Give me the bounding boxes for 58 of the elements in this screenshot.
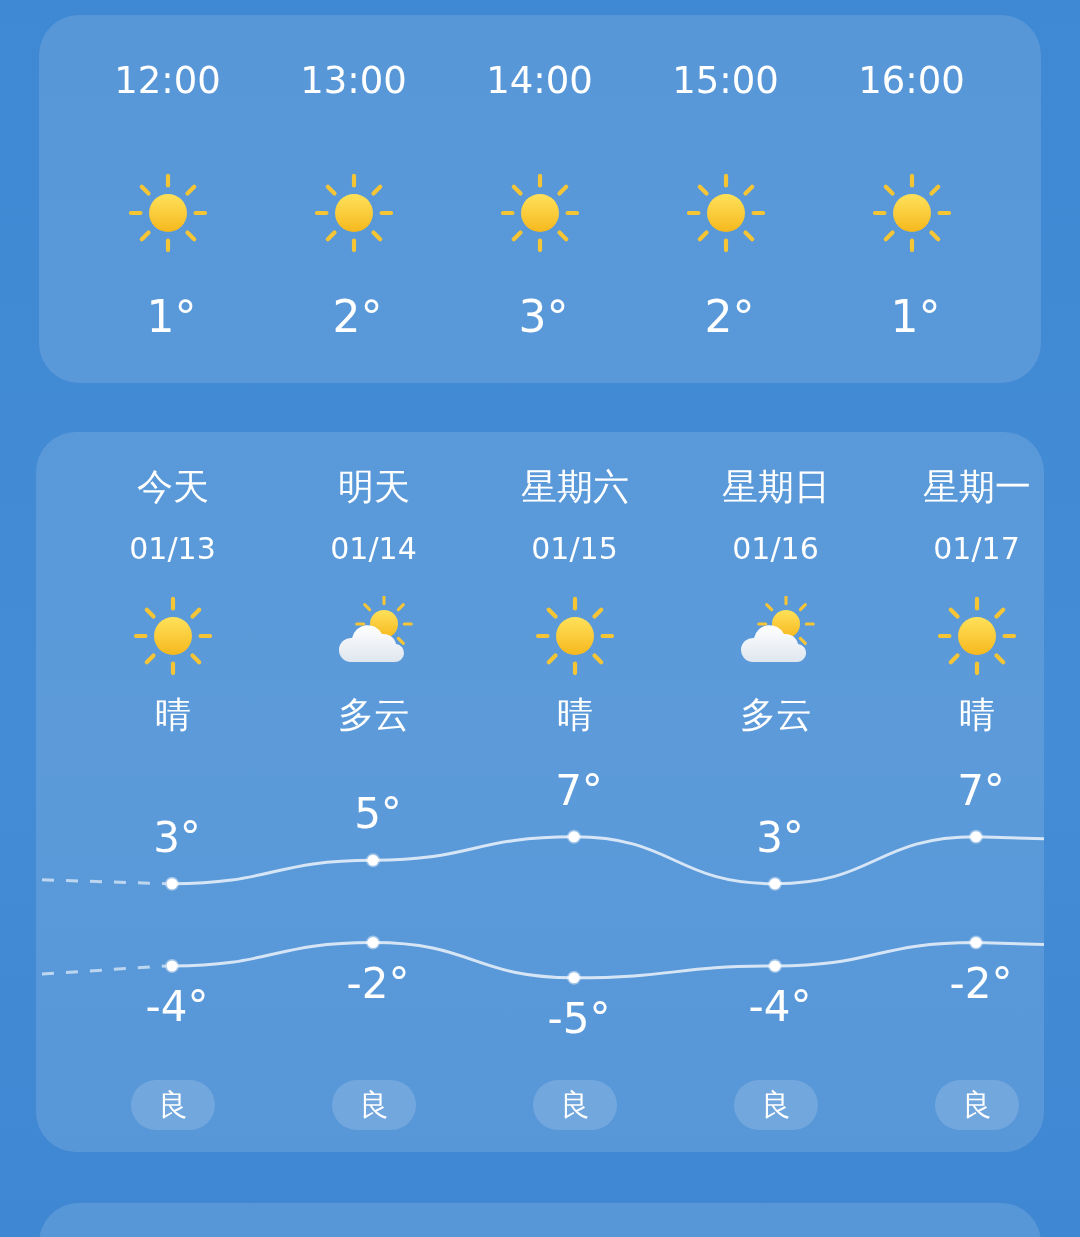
air-quality-badge: 良 <box>331 1080 416 1130</box>
sun-icon <box>132 596 213 676</box>
sun-icon <box>871 173 952 253</box>
air-quality-badge: 良 <box>130 1080 215 1130</box>
low-temperature: -5° <box>546 994 611 1043</box>
temperature-point <box>969 935 983 950</box>
temperature-point <box>969 829 983 844</box>
weather-condition: 多云 <box>739 693 812 737</box>
air-quality-badge: 良 <box>733 1080 818 1130</box>
low-temperature: -4° <box>144 983 209 1031</box>
weather-condition: 多云 <box>337 693 410 737</box>
day-name: 今天 <box>136 465 209 509</box>
day-date: 01/15 <box>531 530 618 568</box>
hour-time: 12:00 <box>114 59 221 103</box>
day-name: 星期日 <box>721 465 830 509</box>
high-temperature: 7° <box>956 766 1005 815</box>
temperature-point <box>768 876 782 891</box>
day-date: 01/13 <box>129 530 216 568</box>
weather-condition: 晴 <box>154 693 191 737</box>
sun-icon <box>936 596 1017 676</box>
low-temperature: -2° <box>345 959 410 1008</box>
air-quality-badge: 良 <box>934 1080 1019 1130</box>
hour-time: 13:00 <box>300 59 407 103</box>
weather-condition: 晴 <box>958 693 995 737</box>
day-name: 星期六 <box>520 465 629 509</box>
high-temperature: 5° <box>353 790 402 839</box>
temperature-point <box>165 959 179 973</box>
sun-icon <box>534 596 615 676</box>
hour-time: 16:00 <box>858 59 965 103</box>
temperature-point <box>768 959 782 973</box>
temperature-point <box>165 876 179 891</box>
day-name: 明天 <box>337 465 410 509</box>
air-quality-badge: 良 <box>532 1080 617 1130</box>
sun-icon <box>685 173 766 253</box>
low-temperature: -4° <box>747 983 812 1031</box>
hour-time: 14:00 <box>486 59 593 103</box>
high-temperature: 3° <box>755 813 804 862</box>
temperature-point <box>366 853 380 868</box>
weather-condition: 晴 <box>556 693 593 737</box>
sun-icon <box>127 173 208 253</box>
low-temperature: -2° <box>948 959 1013 1008</box>
high-temperature: 3° <box>152 813 201 862</box>
hour-temperature: 1° <box>889 291 941 343</box>
day-date: 01/17 <box>933 530 1020 568</box>
day-date: 01/14 <box>330 530 417 568</box>
hour-time: 15:00 <box>672 59 779 103</box>
sun-icon <box>499 173 580 253</box>
hour-temperature: 3° <box>517 291 569 343</box>
hour-temperature: 2° <box>331 291 383 343</box>
temperature-point <box>366 935 380 950</box>
hour-temperature: 2° <box>703 291 755 343</box>
temperature-point <box>567 829 581 844</box>
hour-temperature: 1° <box>145 291 197 343</box>
high-temperature: 7° <box>554 766 603 815</box>
day-name: 星期一 <box>922 465 1031 509</box>
temperature-point <box>567 970 581 985</box>
sun-icon <box>313 173 394 253</box>
day-date: 01/16 <box>732 530 819 568</box>
